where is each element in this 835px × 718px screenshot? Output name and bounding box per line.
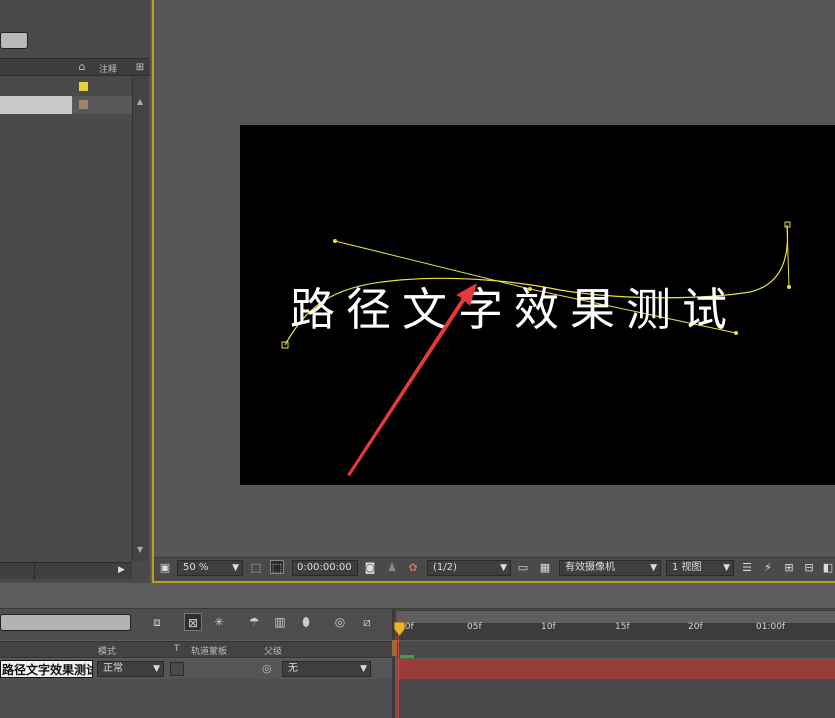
timeline-search-input[interactable]: [0, 614, 131, 631]
layer-name[interactable]: 路径文字效果测试: [0, 660, 93, 678]
resolution-dropdown[interactable]: (1/2) ▼: [427, 560, 511, 576]
region-of-interest-icon[interactable]: ▭: [516, 561, 530, 575]
show-snapshot-icon[interactable]: ♟: [385, 561, 399, 575]
timeline-empty-area: [0, 679, 392, 718]
path-text: 路径文字效果测试: [290, 283, 738, 336]
color-channels-icon[interactable]: ✿: [406, 561, 420, 575]
panel-gap: [0, 583, 835, 608]
chevron-down-icon: ▼: [500, 563, 507, 573]
comp-mini-flowchart-icon[interactable]: ⧈: [148, 613, 166, 631]
chevron-down-icon: ▼: [153, 664, 160, 674]
graph-editor-icon[interactable]: ⧄: [358, 613, 376, 631]
timeline-track-area: [398, 679, 835, 718]
ruler-label: 20f: [688, 622, 703, 632]
auto-keyframe-icon[interactable]: ◎: [331, 613, 349, 631]
fast-previews-icon[interactable]: ⚡: [761, 561, 775, 575]
reset-exposure-icon[interactable]: ◧: [821, 561, 835, 575]
playhead-icon[interactable]: [394, 622, 405, 636]
handle-point: [333, 239, 337, 243]
handle-point: [787, 285, 791, 289]
transparency-grid-icon[interactable]: ▦: [538, 561, 552, 575]
motion-blur-icon[interactable]: ▥: [271, 613, 289, 631]
parent-column-label: 父级: [264, 647, 283, 657]
camera-snapshot-icon[interactable]: ◙: [363, 561, 377, 575]
ruler-label: 10f: [541, 622, 556, 632]
mode-column-label: 模式: [98, 647, 117, 657]
current-time-indicator[interactable]: [398, 626, 399, 718]
current-time-field[interactable]: 0:00:00:00: [292, 560, 358, 576]
layer-duration-bar[interactable]: [398, 659, 835, 679]
hide-shy-layers-icon[interactable]: ✳: [210, 613, 228, 631]
brainstorm-icon[interactable]: ⬮: [297, 613, 315, 631]
draft-3d-icon[interactable]: ⊠: [184, 613, 202, 631]
chevron-down-icon: ▼: [232, 563, 239, 573]
ruler-label: 01:00f: [756, 622, 786, 632]
chevron-down-icon: ▼: [723, 563, 730, 573]
fit-icon[interactable]: ⬚: [249, 561, 263, 575]
view-layout-value: 1 视图: [672, 562, 702, 573]
preserve-transparency-checkbox[interactable]: [170, 662, 184, 676]
title-safe-icon[interactable]: ⬚: [270, 560, 284, 574]
flowchart-icon[interactable]: ⊟: [802, 561, 816, 575]
chevron-down-icon: ▼: [360, 664, 367, 674]
parent-value: 无: [288, 663, 298, 674]
magnification-dropdown[interactable]: 50 % ▼: [177, 560, 243, 576]
timeline-icon[interactable]: ⊞: [782, 561, 796, 575]
ruler-label: 05f: [467, 622, 482, 632]
bezier-handle: [334, 240, 531, 290]
camera-dropdown[interactable]: 有效摄像机 ▼: [559, 560, 661, 576]
magnification-value: 50 %: [183, 562, 209, 573]
ruler-label: 15f: [615, 622, 630, 632]
blend-mode-dropdown[interactable]: 正常 ▼: [97, 661, 164, 677]
resolution-value: (1/2): [433, 562, 457, 573]
chevron-down-icon: ▼: [650, 563, 657, 573]
blend-mode-value: 正常: [103, 663, 123, 674]
toggle-pixel-aspect-icon[interactable]: ☰: [740, 561, 754, 575]
timeline-column-header: 模式 T 轨道蒙板 父级: [0, 641, 392, 658]
work-area-bar[interactable]: [397, 641, 835, 658]
t-column-label: T: [174, 644, 180, 654]
track-matte-column-label: 轨道蒙板: [191, 647, 228, 657]
always-preview-icon[interactable]: ▣: [158, 561, 172, 575]
frame-blending-icon[interactable]: ☂: [245, 613, 263, 631]
view-layout-dropdown[interactable]: 1 视图 ▼: [666, 560, 734, 576]
pick-whip-icon[interactable]: ◎: [262, 662, 272, 675]
render-cache-indicator: [400, 655, 414, 658]
camera-value: 有效摄像机: [565, 562, 615, 573]
parent-dropdown[interactable]: 无 ▼: [282, 661, 371, 677]
